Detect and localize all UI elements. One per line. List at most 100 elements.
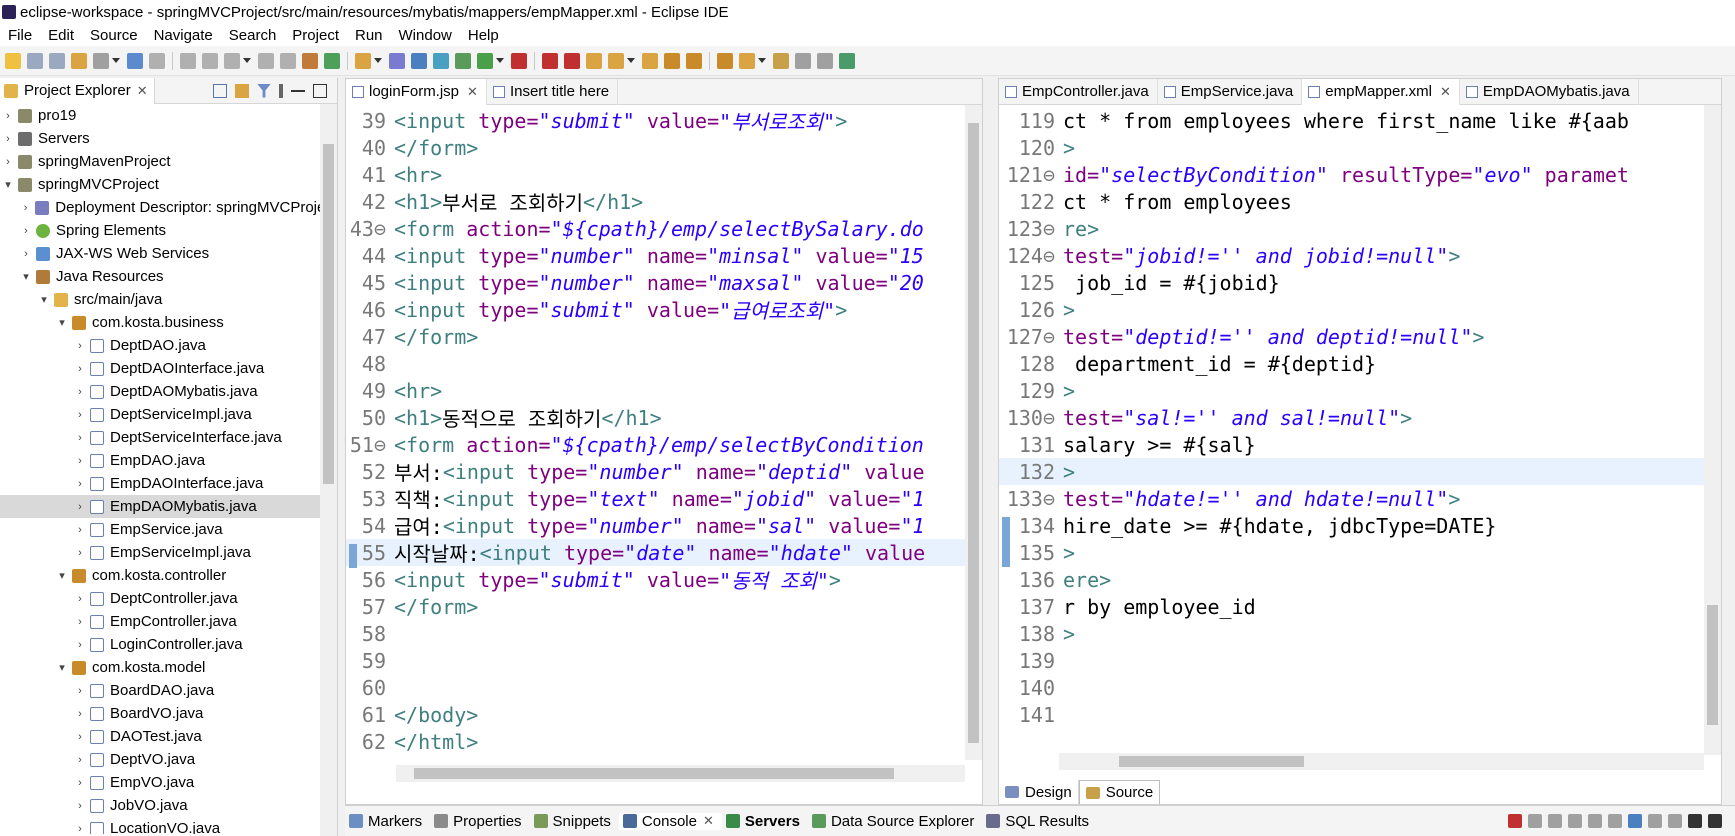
toolbar-button-31-icon[interactable] xyxy=(773,52,789,69)
chevron-down-icon[interactable]: ▾ xyxy=(2,178,14,191)
code-line[interactable]: 121⊖ id= "selectByCondition" resultType= "e… xyxy=(999,161,1704,188)
toolbar-button-32-icon[interactable] xyxy=(795,52,811,69)
bottom-tab[interactable]: Snippets xyxy=(530,813,619,830)
chevron-right-icon[interactable]: › xyxy=(20,202,31,214)
code-line[interactable]: 137 r by employee_id xyxy=(999,593,1704,620)
chevron-right-icon[interactable]: › xyxy=(74,409,86,421)
code-line[interactable]: 60 xyxy=(346,674,965,701)
menu-file[interactable]: File xyxy=(0,27,40,44)
tree-item[interactable]: › Servers xyxy=(0,127,337,150)
code-line[interactable]: 58 xyxy=(346,620,965,647)
toolbar-button-2-icon[interactable] xyxy=(27,52,43,69)
code-line[interactable]: 129 > xyxy=(999,377,1704,404)
console-tool-11-icon[interactable] xyxy=(1708,814,1722,828)
scrollbar-thumb[interactable] xyxy=(323,144,334,484)
filter-icon[interactable] xyxy=(257,83,271,98)
code-line[interactable]: 50 <h1> 동적으로 조회하기 </h1> xyxy=(346,404,965,432)
toolbar-button-3-icon[interactable] xyxy=(49,52,65,69)
chevron-down-icon[interactable]: ▾ xyxy=(56,316,68,329)
code-line[interactable]: 138 > xyxy=(999,620,1704,647)
dropdown-arrow-icon[interactable] xyxy=(374,58,382,63)
code-line[interactable]: 42 <h1> 부서로 조회하기 </h1> xyxy=(346,188,965,216)
code-line[interactable]: 119 ct * from employees where first_name … xyxy=(999,107,1704,134)
menu-help[interactable]: Help xyxy=(460,27,507,44)
menu-window[interactable]: Window xyxy=(391,27,460,44)
toolbar-button-26-icon[interactable] xyxy=(642,52,658,69)
code-lines[interactable]: 119 ct * from employees where first_name … xyxy=(999,107,1704,728)
right-vertical-scrollbar[interactable] xyxy=(1704,105,1721,755)
tree-item[interactable]: › DAOTest.java xyxy=(0,725,337,748)
chevron-right-icon[interactable]: › xyxy=(74,524,86,536)
toolbar-button-8-icon[interactable] xyxy=(180,52,196,69)
toolbar-button-30-icon[interactable] xyxy=(739,52,755,69)
code-line[interactable]: 126 > xyxy=(999,296,1704,323)
toolbar-button-27-icon[interactable] xyxy=(664,52,680,69)
tree-item[interactable]: › DeptDAOInterface.java xyxy=(0,357,337,380)
toolbar-button-17-icon[interactable] xyxy=(411,52,427,69)
code-line[interactable]: 53 직책: <input type= "text" name= "jobid" val… xyxy=(346,485,965,513)
bottom-tab[interactable]: Data Source Explorer xyxy=(808,813,982,830)
code-line[interactable]: 139 xyxy=(999,647,1704,674)
toolbar-button-7-icon[interactable] xyxy=(149,52,165,69)
left-code-area[interactable]: 39 <input type= "submit" value= "부서로조회" >40 <… xyxy=(346,105,982,782)
dropdown-arrow-icon[interactable] xyxy=(112,58,120,63)
minimize-icon[interactable] xyxy=(291,89,305,92)
toolbar-button-20-icon[interactable] xyxy=(477,52,493,69)
menu-search[interactable]: Search xyxy=(221,27,285,44)
scrollbar-thumb[interactable] xyxy=(968,123,979,743)
menu-edit[interactable]: Edit xyxy=(40,27,82,44)
code-line[interactable]: 123⊖ re> xyxy=(999,215,1704,242)
console-tool-5-icon[interactable] xyxy=(1588,814,1602,828)
source-tab[interactable]: Source xyxy=(1078,780,1161,804)
code-line[interactable]: 140 xyxy=(999,674,1704,701)
dropdown-arrow-icon[interactable] xyxy=(243,58,251,63)
editor-tab[interactable]: EmpController.java xyxy=(999,78,1158,105)
tree-item[interactable]: › pro19 xyxy=(0,104,337,127)
right-horizontal-scrollbar[interactable] xyxy=(1059,753,1704,770)
code-line[interactable]: 141 xyxy=(999,701,1704,728)
code-line[interactable]: 46 <input type= "submit" value= "급여로조회" > xyxy=(346,296,965,324)
toolbar-button-15-icon[interactable] xyxy=(355,52,371,69)
code-line[interactable]: 48 xyxy=(346,350,965,377)
code-line[interactable]: 54 급여: <input type= "number" name= "sal" val… xyxy=(346,512,965,540)
tree-item[interactable]: › springMavenProject xyxy=(0,150,337,173)
toolbar-button-11-icon[interactable] xyxy=(258,52,274,69)
scrollbar-thumb[interactable] xyxy=(1707,605,1718,725)
code-line[interactable]: 41 <hr> xyxy=(346,161,965,188)
toolbar-button-1-icon[interactable] xyxy=(5,52,21,69)
close-icon[interactable]: ✕ xyxy=(137,83,148,99)
code-line[interactable]: 43⊖ <form action= "${cpath}/emp/selectBySa… xyxy=(346,215,965,242)
code-line[interactable]: 47 </form> xyxy=(346,323,965,350)
tree-item[interactable]: › JAX-WS Web Services xyxy=(0,242,337,265)
editor-tab[interactable]: EmpDAOMybatis.java xyxy=(1460,78,1639,105)
chevron-down-icon[interactable]: ▾ xyxy=(20,270,32,283)
toolbar-button-19-icon[interactable] xyxy=(455,52,471,69)
chevron-right-icon[interactable]: › xyxy=(74,455,86,467)
code-line[interactable]: 120 > xyxy=(999,134,1704,161)
chevron-right-icon[interactable]: › xyxy=(74,386,86,398)
code-line[interactable]: 125 job_id = #{jobid} xyxy=(999,269,1704,296)
chevron-right-icon[interactable]: › xyxy=(2,133,14,145)
tree-item[interactable]: › DeptDAO.java xyxy=(0,334,337,357)
dropdown-arrow-icon[interactable] xyxy=(758,58,766,63)
console-tool-7-icon[interactable] xyxy=(1628,814,1642,828)
dropdown-arrow-icon[interactable] xyxy=(496,58,504,63)
chevron-right-icon[interactable]: › xyxy=(74,593,86,605)
toolbar-button-12-icon[interactable] xyxy=(280,52,296,69)
menu-project[interactable]: Project xyxy=(284,27,347,44)
code-line[interactable]: 136 ere> xyxy=(999,566,1704,593)
toolbar-button-22-icon[interactable] xyxy=(542,52,558,69)
chevron-right-icon[interactable]: › xyxy=(2,110,14,122)
toolbar-button-33-icon[interactable] xyxy=(817,52,833,69)
tree-item[interactable]: › DeptVO.java xyxy=(0,748,337,771)
collapse-all-icon[interactable] xyxy=(213,83,227,98)
code-line[interactable]: 130⊖ test= "sal!='' and sal!=null" > xyxy=(999,404,1704,431)
toolbar-button-4-icon[interactable] xyxy=(71,52,87,69)
project-explorer-tab[interactable]: Project Explorer ✕ xyxy=(0,77,155,104)
code-line[interactable]: 61 </body> xyxy=(346,701,965,728)
link-with-editor-icon[interactable] xyxy=(235,83,249,98)
right-code-area[interactable]: 119 ct * from employees where first_name … xyxy=(999,105,1721,755)
tree-item[interactable]: › EmpServiceImpl.java xyxy=(0,541,337,564)
tree-item[interactable]: › JobVO.java xyxy=(0,794,337,817)
code-line[interactable]: 45 <input type= "number" name= "maxsal" val… xyxy=(346,269,965,296)
